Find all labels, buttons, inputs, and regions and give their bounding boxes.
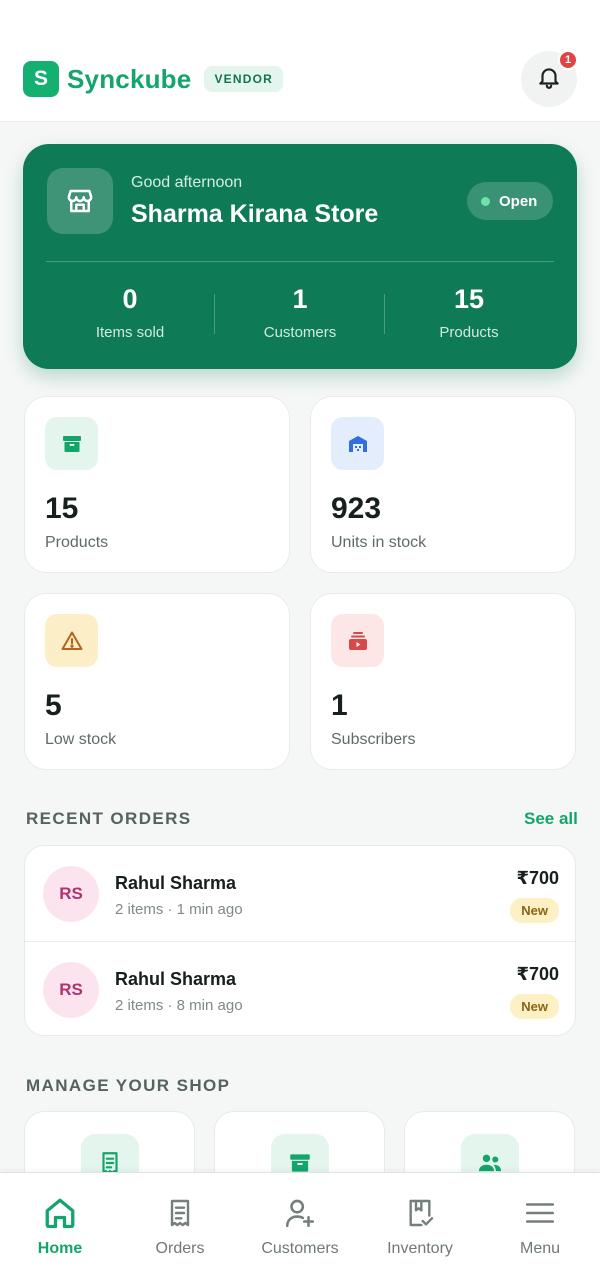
nav-label: Inventory — [387, 1240, 453, 1257]
order-row[interactable]: RS Rahul Sharma 2 items · 8 min ago ₹700… — [25, 941, 575, 1035]
tile-value: 923 — [331, 492, 382, 525]
store-status-toggle[interactable]: Open — [467, 182, 554, 220]
order-status-badge: New — [510, 898, 559, 923]
nav-orders[interactable]: Orders — [120, 1173, 240, 1267]
customer-name: Rahul Sharma — [115, 969, 237, 989]
brand[interactable]: S Synckube VENDOR — [23, 61, 283, 97]
bell-icon — [536, 64, 562, 95]
tile-value: 15 — [45, 492, 79, 525]
stat-value: 0 — [122, 284, 138, 314]
nav-label: Orders — [155, 1240, 205, 1257]
tile-subscribers[interactable]: 1 Subscribers — [310, 593, 576, 770]
greeting-text: Good afternoon — [131, 174, 243, 191]
app-header: S Synckube VENDOR 1 — [0, 0, 600, 122]
stat-label: Products — [439, 324, 499, 341]
customer-name: Rahul Sharma — [115, 873, 237, 893]
menu-icon — [523, 1193, 557, 1233]
store-icon — [47, 168, 113, 234]
subscriptions-icon — [331, 614, 384, 667]
recent-orders-heading: RECENT ORDERS — [26, 809, 192, 828]
stat-products: 15 Products — [384, 284, 554, 341]
home-icon — [42, 1193, 78, 1233]
nav-label: Customers — [261, 1240, 339, 1257]
tile-label: Subscribers — [331, 731, 416, 748]
stat-value: 1 — [292, 284, 308, 314]
store-name: Sharma Kirana Store — [131, 200, 379, 228]
nav-customers[interactable]: Customers — [240, 1173, 360, 1267]
notification-count-badge: 1 — [558, 50, 578, 70]
divider — [46, 261, 554, 262]
status-dot — [481, 196, 490, 206]
nav-inventory[interactable]: Inventory — [360, 1173, 480, 1267]
tile-low-stock[interactable]: 5 Low stock — [24, 593, 290, 770]
order-meta: 2 items · 1 min ago — [115, 901, 243, 918]
nav-home[interactable]: Home — [0, 1173, 120, 1267]
tile-label: Low stock — [45, 731, 117, 748]
customer-avatar: RS — [43, 962, 99, 1018]
brand-name: Synckube — [67, 63, 192, 94]
tile-label: Products — [45, 534, 109, 551]
recent-orders-list: RS Rahul Sharma 2 items · 1 min ago ₹700… — [24, 845, 576, 1036]
order-status-badge: New — [510, 994, 559, 1019]
bottom-navigation: Home Orders Customers Inventory Menu — [0, 1172, 600, 1267]
nav-label: Menu — [519, 1240, 561, 1257]
tile-value: 1 — [331, 689, 348, 722]
order-meta: 2 items · 8 min ago — [115, 997, 243, 1014]
tile-label: Units in stock — [331, 534, 427, 551]
manage-shop-heading: MANAGE YOUR SHOP — [26, 1076, 231, 1095]
inventory-icon — [404, 1193, 436, 1233]
stat-items-sold: 0 Items sold — [45, 284, 215, 341]
order-amount: ₹700 — [516, 868, 559, 888]
role-badge: VENDOR — [204, 66, 283, 92]
store-summary-card: Good afternoon Sharma Kirana Store Open … — [23, 144, 577, 369]
archive-box-icon — [45, 417, 98, 470]
store-status-label: Open — [499, 192, 538, 210]
receipt-icon — [164, 1193, 196, 1233]
logo-mark: S — [23, 61, 59, 97]
tile-value: 5 — [45, 689, 62, 722]
warehouse-icon — [331, 417, 384, 470]
nav-menu[interactable]: Menu — [480, 1173, 600, 1267]
see-all-link[interactable]: See all — [524, 809, 578, 829]
warning-triangle-icon — [45, 614, 98, 667]
stat-label: Customers — [263, 324, 337, 341]
customer-avatar: RS — [43, 866, 99, 922]
add-user-icon — [283, 1193, 317, 1233]
tile-products[interactable]: 15 Products — [24, 396, 290, 573]
tile-units-in-stock[interactable]: 923 Units in stock — [310, 396, 576, 573]
nav-label: Home — [37, 1240, 83, 1257]
stat-value: 15 — [453, 284, 485, 314]
stat-customers: 1 Customers — [215, 284, 385, 341]
order-amount: ₹700 — [516, 964, 559, 984]
order-row[interactable]: RS Rahul Sharma 2 items · 1 min ago ₹700… — [25, 846, 575, 941]
stat-label: Items sold — [95, 324, 165, 341]
